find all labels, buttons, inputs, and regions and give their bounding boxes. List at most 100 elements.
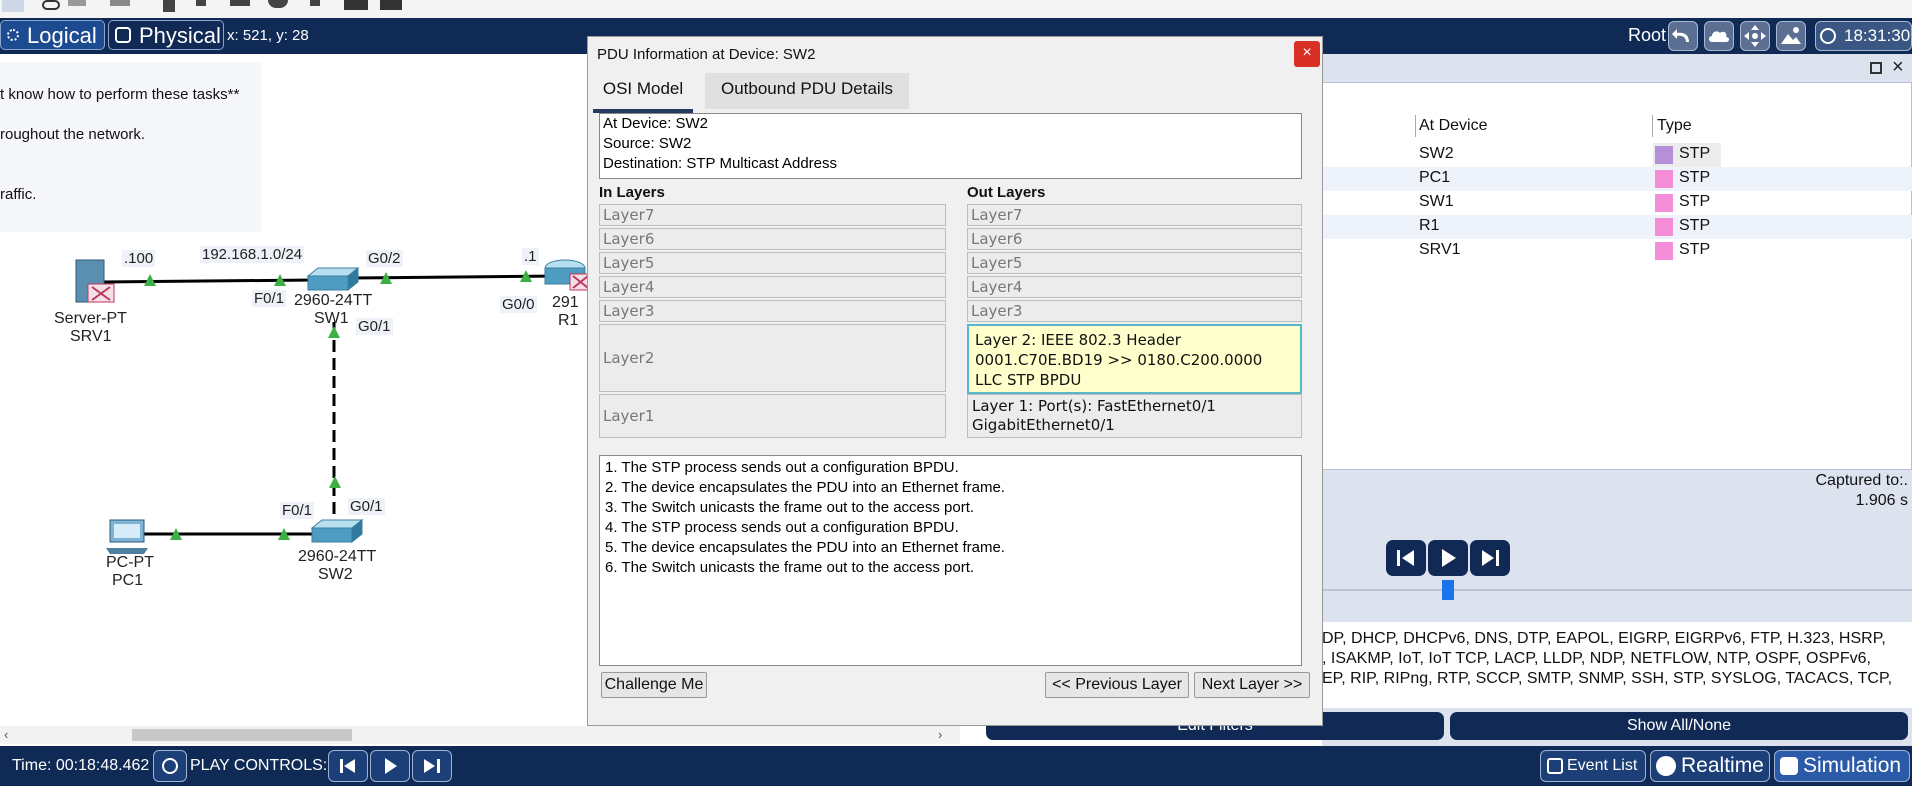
challenge-me-button[interactable]: Challenge Me — [601, 672, 707, 698]
bottom-play-button[interactable] — [370, 750, 410, 782]
inspect-tool-icon[interactable] — [68, 0, 86, 6]
pc1-name-label: PC1 — [112, 572, 144, 589]
ellipse-tool-icon[interactable] — [268, 0, 288, 8]
close-panel-icon[interactable]: × — [1892, 56, 1904, 79]
physical-label: Physical — [139, 23, 221, 48]
in-layer-5[interactable]: Layer5 — [599, 252, 946, 274]
instruction-line: raffic. — [0, 186, 37, 203]
playback-slider[interactable] — [1322, 578, 1912, 602]
show-all-none-button[interactable]: Show All/None — [1450, 712, 1908, 740]
rect-tool-icon[interactable] — [230, 0, 250, 6]
in-layer-7[interactable]: Layer7 — [599, 204, 946, 226]
dialog-title: PDU Information at Device: SW2 — [597, 46, 816, 63]
move-icon[interactable] — [1740, 21, 1770, 51]
sw2-type-label: 2960-24TT — [298, 548, 377, 565]
bottom-back-button[interactable] — [328, 750, 368, 782]
realtime-button[interactable]: Realtime — [1650, 750, 1770, 782]
cursor-coords: x: 521, y: 28 — [227, 27, 309, 44]
cloud-icon[interactable] — [1704, 21, 1734, 51]
background-image-icon[interactable] — [1776, 21, 1806, 51]
event-row[interactable]: SW1 STP — [1323, 191, 1912, 215]
sw1-f01-label: F0/1 — [252, 290, 287, 307]
switch-sw1-icon[interactable] — [306, 266, 360, 292]
realtime-label: Realtime — [1681, 754, 1764, 777]
restore-window-icon[interactable] — [1870, 62, 1882, 74]
scroll-thumb[interactable] — [132, 729, 352, 741]
column-divider — [1415, 115, 1416, 137]
r1-g00-label: G0/0 — [500, 296, 537, 313]
step-forward-button[interactable] — [1470, 540, 1510, 576]
event-row[interactable]: R1 STP — [1323, 215, 1912, 239]
switch-sw2-icon[interactable] — [310, 518, 364, 544]
resize-tool-icon[interactable] — [110, 0, 130, 6]
horizontal-scrollbar[interactable]: ‹ › — [0, 726, 960, 744]
protocol-filter-list: DP, DHCP, DHCPv6, DNS, DTP, EAPOL, EIGRP… — [1322, 622, 1912, 708]
previous-layer-button[interactable]: << Previous Layer — [1045, 672, 1189, 698]
reset-icon — [162, 758, 178, 774]
subnet-label: 192.168.1.0/24 — [200, 246, 305, 263]
reset-time-button[interactable] — [153, 750, 187, 782]
event-list-table: At Device Type SW2 STP PC1 STP SW1 STP R… — [1322, 82, 1912, 470]
logical-view-button[interactable]: Logical — [0, 20, 105, 50]
draw-tool-icon[interactable] — [196, 0, 206, 6]
event-list-button[interactable]: Event List — [1540, 750, 1646, 782]
topology-canvas[interactable]: .100 192.168.1.0/24 G0/2 .1 F0/1 G0/0 G0… — [0, 232, 590, 592]
out-layer-2[interactable]: Layer 2: IEEE 802.3 Header 0001.C70E.BD1… — [967, 324, 1302, 394]
out-layer-3[interactable]: Layer3 — [967, 300, 1302, 322]
layer1-port-text: Layer 1: Port(s): FastEthernet0/1 — [972, 397, 1216, 415]
physical-view-button[interactable]: Physical — [108, 20, 224, 50]
srv1-ip-label: .100 — [122, 250, 156, 267]
out-layer-6[interactable]: Layer6 — [967, 228, 1302, 250]
step-text: 6. The Switch unicasts the frame out to … — [605, 559, 975, 576]
freeform-tool-icon[interactable] — [310, 0, 320, 6]
globe-icon[interactable] — [1820, 28, 1836, 44]
play-icon — [385, 758, 397, 774]
out-layer-5[interactable]: Layer5 — [967, 252, 1302, 274]
play-button[interactable] — [1428, 540, 1468, 576]
scroll-right-icon[interactable]: › — [938, 727, 942, 742]
pc-pc1-icon[interactable] — [106, 519, 148, 554]
select-tool-icon[interactable] — [2, 0, 24, 12]
in-layer-1[interactable]: Layer1 — [599, 394, 946, 438]
in-layer-2[interactable]: Layer2 — [599, 324, 946, 392]
step-forward-icon — [1482, 550, 1499, 566]
back-arrow-icon[interactable] — [1668, 21, 1698, 51]
tab-outbound-pdu-details[interactable]: Outbound PDU Details — [705, 73, 909, 109]
router-r1-icon[interactable] — [544, 259, 590, 291]
column-header-type[interactable]: Type — [1657, 117, 1692, 135]
simulation-label: Simulation — [1803, 754, 1902, 777]
in-layer-4[interactable]: Layer4 — [599, 276, 946, 298]
event-type: STP — [1679, 217, 1711, 234]
steps-description-box: 1. The STP process sends out a configura… — [599, 455, 1302, 666]
out-layer-7[interactable]: Layer7 — [967, 204, 1302, 226]
event-device: R1 — [1419, 217, 1440, 234]
instructions-note: t know how to perform these tasks** roug… — [0, 62, 262, 232]
close-icon[interactable]: × — [1294, 41, 1320, 67]
add-pdu-icon[interactable] — [344, 0, 368, 10]
list-icon — [1547, 758, 1563, 774]
in-layer-6[interactable]: Layer6 — [599, 228, 946, 250]
scroll-left-icon[interactable]: ‹ — [4, 727, 8, 742]
column-header-device[interactable]: At Device — [1419, 117, 1487, 135]
complex-pdu-icon[interactable] — [380, 0, 402, 10]
event-device: SW2 — [1419, 145, 1454, 162]
in-layer-3[interactable]: Layer3 — [599, 300, 946, 322]
r1-ip-label: .1 — [522, 248, 539, 265]
tab-osi-model[interactable]: OSI Model — [593, 73, 693, 113]
simulation-button[interactable]: Simulation — [1774, 750, 1910, 782]
bottom-forward-button[interactable] — [412, 750, 452, 782]
event-row[interactable]: SW2 STP — [1323, 143, 1912, 167]
event-row[interactable]: SRV1 STP — [1323, 239, 1912, 263]
note-tool-icon[interactable] — [163, 0, 175, 12]
slider-thumb[interactable] — [1442, 580, 1454, 600]
step-back-icon — [1397, 550, 1414, 566]
search-tool-icon[interactable] — [42, 0, 60, 10]
stopwatch-icon — [1780, 757, 1798, 775]
event-type: STP — [1679, 145, 1711, 162]
next-layer-button[interactable]: Next Layer >> — [1194, 672, 1310, 698]
slider-track — [1322, 589, 1912, 591]
step-back-button[interactable] — [1386, 540, 1426, 576]
event-row[interactable]: PC1 STP — [1323, 167, 1912, 191]
out-layer-1[interactable]: Layer 1: Port(s): FastEthernet0/1 Gigabi… — [967, 394, 1302, 438]
out-layer-4[interactable]: Layer4 — [967, 276, 1302, 298]
